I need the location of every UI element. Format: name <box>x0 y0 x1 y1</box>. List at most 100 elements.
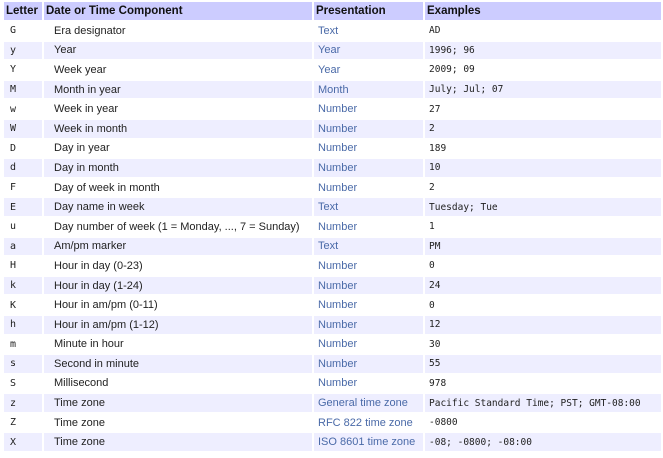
presentation-cell: Number <box>314 159 423 177</box>
example-cell: 10 <box>425 159 661 177</box>
letter-cell: u <box>4 217 42 236</box>
presentation-cell: Number <box>314 119 423 138</box>
table-row: u Day number of week (1 = Monday, ..., 7… <box>4 217 661 236</box>
component-cell: Hour in am/pm (1-12) <box>44 315 312 334</box>
presentation-cell: Number <box>314 315 423 334</box>
example-cell: 30 <box>425 335 661 354</box>
letter-cell: a <box>4 237 42 256</box>
component-cell: Day in month <box>44 159 312 177</box>
component-cell: Day name in week <box>44 198 312 216</box>
presentation-cell: Year <box>314 41 423 60</box>
presentation-cell: Year <box>314 61 423 79</box>
example-cell: July; Jul; 07 <box>425 80 661 99</box>
example-cell: PM <box>425 237 661 256</box>
table-row: Z Time zone RFC 822 time zone -0800 <box>4 413 661 432</box>
letter-cell: M <box>4 80 42 99</box>
letter-cell: d <box>4 159 42 177</box>
example-cell: 24 <box>425 276 661 295</box>
component-cell: Week in year <box>44 100 312 118</box>
component-cell: Month in year <box>44 80 312 99</box>
example-cell: Pacific Standard Time; PST; GMT-08:00 <box>425 394 661 412</box>
letter-cell: E <box>4 198 42 216</box>
table-row: H Hour in day (0-23) Number 0 <box>4 257 661 275</box>
table-row: G Era designator Text AD <box>4 22 661 40</box>
letter-cell: Z <box>4 413 42 432</box>
example-cell: 0 <box>425 296 661 314</box>
example-cell: 189 <box>425 139 661 158</box>
letter-cell: X <box>4 433 42 452</box>
presentation-cell: Number <box>314 139 423 158</box>
component-cell: Time zone <box>44 433 312 452</box>
letter-cell: Y <box>4 61 42 79</box>
presentation-cell: Number <box>314 276 423 295</box>
example-cell: 12 <box>425 315 661 334</box>
example-cell: -08; -0800; -08:00 <box>425 433 661 452</box>
letter-cell: y <box>4 41 42 60</box>
table-row: M Month in year Month July; Jul; 07 <box>4 80 661 99</box>
component-cell: Millisecond <box>44 374 312 393</box>
table-row: X Time zone ISO 8601 time zone -08; -080… <box>4 433 661 452</box>
presentation-cell: Number <box>314 355 423 373</box>
example-cell: 2009; 09 <box>425 61 661 79</box>
letter-cell: H <box>4 257 42 275</box>
example-cell: 1 <box>425 217 661 236</box>
table-row: F Day of week in month Number 2 <box>4 178 661 197</box>
presentation-cell: Month <box>314 80 423 99</box>
presentation-cell: Text <box>314 198 423 216</box>
component-cell: Second in minute <box>44 355 312 373</box>
table-row: m Minute in hour Number 30 <box>4 335 661 354</box>
example-cell: 0 <box>425 257 661 275</box>
presentation-cell: Number <box>314 178 423 197</box>
table-row: D Day in year Number 189 <box>4 139 661 158</box>
example-cell: 55 <box>425 355 661 373</box>
example-cell: AD <box>425 22 661 40</box>
letter-cell: m <box>4 335 42 354</box>
table-body: G Era designator Text AD y Year Year 199… <box>4 22 661 452</box>
component-cell: Week in month <box>44 119 312 138</box>
header-letter: Letter <box>4 2 42 20</box>
presentation-cell: Number <box>314 217 423 236</box>
component-cell: Year <box>44 41 312 60</box>
table-row: S Millisecond Number 978 <box>4 374 661 393</box>
component-cell: Minute in hour <box>44 335 312 354</box>
component-cell: Am/pm marker <box>44 237 312 256</box>
letter-cell: D <box>4 139 42 158</box>
component-cell: Day in year <box>44 139 312 158</box>
letter-cell: S <box>4 374 42 393</box>
component-cell: Day of week in month <box>44 178 312 197</box>
component-cell: Time zone <box>44 413 312 432</box>
letter-cell: z <box>4 394 42 412</box>
table-row: s Second in minute Number 55 <box>4 355 661 373</box>
table-row: z Time zone General time zone Pacific St… <box>4 394 661 412</box>
component-cell: Week year <box>44 61 312 79</box>
presentation-cell: Number <box>314 374 423 393</box>
header-presentation: Presentation <box>314 2 423 20</box>
example-cell: 1996; 96 <box>425 41 661 60</box>
table-row: y Year Year 1996; 96 <box>4 41 661 60</box>
table-row: a Am/pm marker Text PM <box>4 237 661 256</box>
table-row: d Day in month Number 10 <box>4 159 661 177</box>
presentation-cell: Number <box>314 335 423 354</box>
header-component: Date or Time Component <box>44 2 312 20</box>
letter-cell: F <box>4 178 42 197</box>
letter-cell: W <box>4 119 42 138</box>
letter-cell: k <box>4 276 42 295</box>
component-cell: Era designator <box>44 22 312 40</box>
example-cell: 978 <box>425 374 661 393</box>
header-examples: Examples <box>425 2 661 20</box>
table-row: Y Week year Year 2009; 09 <box>4 61 661 79</box>
presentation-cell: Number <box>314 257 423 275</box>
example-cell: Tuesday; Tue <box>425 198 661 216</box>
presentation-cell: Text <box>314 237 423 256</box>
table-row: E Day name in week Text Tuesday; Tue <box>4 198 661 216</box>
presentation-cell: Number <box>314 296 423 314</box>
component-cell: Hour in day (1-24) <box>44 276 312 295</box>
presentation-cell: RFC 822 time zone <box>314 413 423 432</box>
component-cell: Day number of week (1 = Monday, ..., 7 =… <box>44 217 312 236</box>
example-cell: 27 <box>425 100 661 118</box>
presentation-cell: General time zone <box>314 394 423 412</box>
table-row: h Hour in am/pm (1-12) Number 12 <box>4 315 661 334</box>
example-cell: -0800 <box>425 413 661 432</box>
table-row: k Hour in day (1-24) Number 24 <box>4 276 661 295</box>
component-cell: Hour in day (0-23) <box>44 257 312 275</box>
